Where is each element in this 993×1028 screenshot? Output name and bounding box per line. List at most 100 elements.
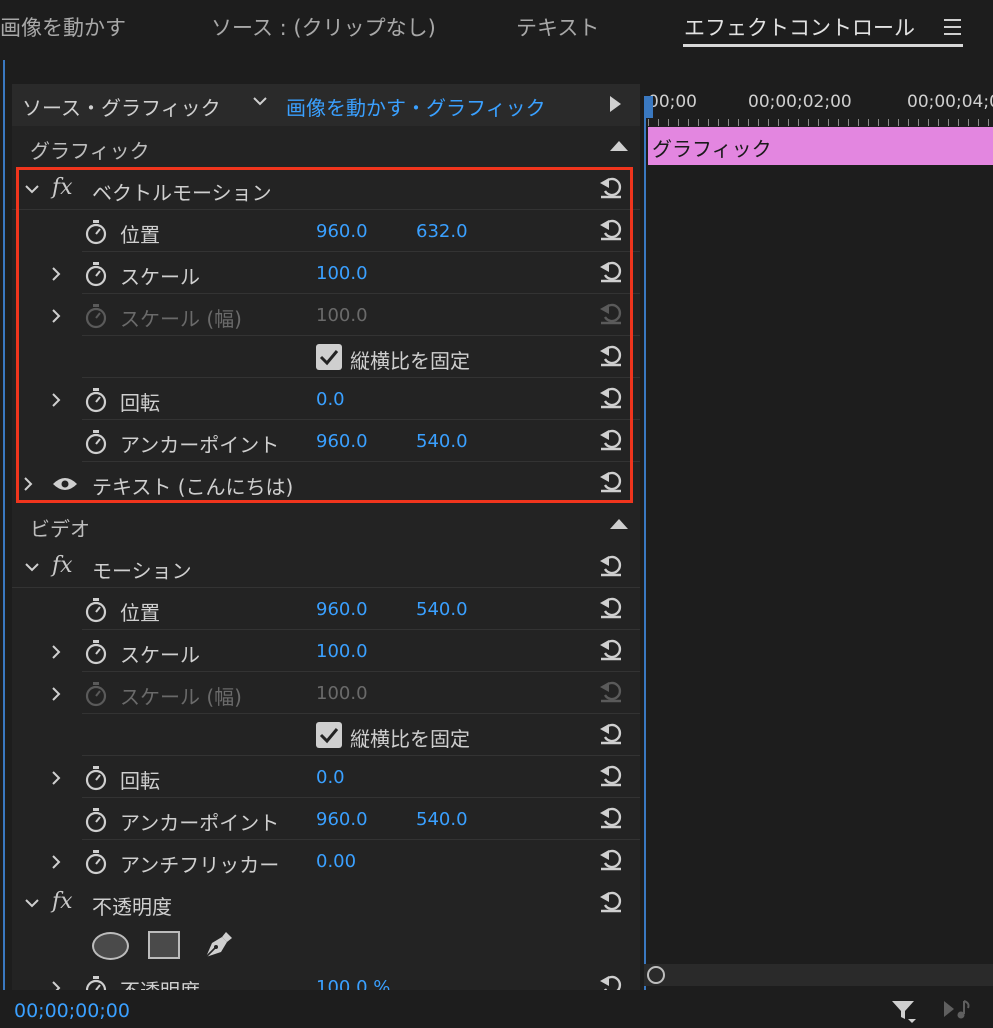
anti-flicker-value[interactable]: 0.00	[316, 851, 356, 872]
stopwatch-icon[interactable]	[84, 387, 108, 413]
section-graphics-label: グラフィック	[30, 139, 150, 163]
reset-icon[interactable]	[598, 174, 624, 200]
playhead[interactable]	[644, 96, 653, 118]
effect-motion[interactable]: fx モーション	[12, 546, 640, 588]
eye-icon[interactable]	[52, 476, 78, 492]
zoom-handle[interactable]	[647, 966, 665, 984]
effect-label: モーション	[92, 559, 192, 583]
footer-bar: 00;00;00;00	[0, 990, 993, 1028]
fx-icon[interactable]: fx	[52, 889, 73, 914]
reset-icon[interactable]	[598, 636, 624, 662]
stopwatch-icon[interactable]	[84, 975, 108, 990]
ruler-tick	[898, 119, 899, 126]
anchor-x-value[interactable]: 960.0	[316, 809, 368, 830]
section-graphics[interactable]: グラフィック	[12, 126, 640, 168]
clip-selector[interactable]: 画像を動かす・グラフィック	[286, 92, 546, 121]
graphic-clip[interactable]: グラフィック	[648, 127, 993, 165]
section-video[interactable]: ビデオ	[12, 504, 640, 546]
effect-opacity[interactable]: fx 不透明度	[12, 882, 640, 924]
property-anchor-point: アンカーポイント 960.0 540.0	[12, 420, 640, 462]
chevron-right-icon[interactable]	[22, 476, 34, 492]
stopwatch-icon[interactable]	[84, 849, 108, 875]
reset-icon[interactable]	[598, 552, 624, 578]
tab-source[interactable]: ソース : (クリップなし)	[211, 12, 436, 42]
reset-icon[interactable]	[598, 804, 624, 830]
chevron-down-icon[interactable]	[24, 182, 40, 196]
reset-icon[interactable]	[598, 888, 624, 914]
uniform-scale-checkbox[interactable]	[316, 344, 342, 370]
anchor-x-value[interactable]: 960.0	[316, 431, 368, 452]
timeline-scrollbar[interactable]	[644, 964, 993, 986]
chevron-right-icon[interactable]	[50, 644, 62, 660]
fx-icon[interactable]: fx	[52, 175, 73, 200]
position-y-value[interactable]: 540.0	[416, 599, 468, 620]
reset-icon[interactable]	[598, 762, 624, 788]
effect-text-layer[interactable]: テキスト (こんにちは)	[12, 462, 640, 504]
mini-timeline: 00;00 00;00;02;00 00;00;04;00 グラフィック	[644, 84, 993, 990]
reset-icon[interactable]	[598, 468, 624, 494]
uniform-scale-checkbox[interactable]	[316, 722, 342, 748]
position-x-value[interactable]: 960.0	[316, 599, 368, 620]
time-ruler[interactable]	[644, 116, 993, 126]
property-label: アンカーポイント	[120, 433, 280, 457]
stopwatch-icon[interactable]	[84, 261, 108, 287]
reset-icon[interactable]	[598, 594, 624, 620]
reset-icon[interactable]	[598, 846, 624, 872]
anchor-y-value[interactable]: 540.0	[416, 809, 468, 830]
opacity-value[interactable]: 100.0 %	[316, 977, 390, 990]
reset-icon[interactable]	[598, 216, 624, 242]
scale-width-value: 100.0	[316, 683, 368, 704]
panel-tab-bar: 画像を動かす ソース : (クリップなし) テキスト エフェクトコントロール	[0, 0, 993, 62]
chevron-right-icon[interactable]	[50, 392, 62, 408]
time-label: 00;00;02;00	[748, 92, 852, 112]
chevron-right-icon[interactable]	[50, 308, 62, 324]
fx-icon[interactable]: fx	[52, 553, 73, 578]
scale-value[interactable]: 100.0	[316, 641, 368, 662]
anchor-y-value[interactable]: 540.0	[416, 431, 468, 452]
reset-icon[interactable]	[598, 426, 624, 452]
rectangle-mask-icon[interactable]	[148, 931, 180, 959]
rotation-value[interactable]: 0.0	[316, 389, 345, 410]
reset-icon[interactable]	[598, 342, 624, 368]
reset-icon[interactable]	[598, 258, 624, 284]
collapse-triangle-icon[interactable]	[610, 141, 628, 151]
chevron-right-icon[interactable]	[50, 854, 62, 870]
play-icon[interactable]	[610, 96, 621, 112]
tab-text[interactable]: テキスト	[516, 12, 599, 42]
stopwatch-icon[interactable]	[84, 807, 108, 833]
ruler-tick	[938, 119, 939, 126]
filter-icon[interactable]	[890, 998, 918, 1024]
current-timecode[interactable]: 00;00;00;00	[14, 1000, 130, 1022]
effect-vector-motion[interactable]: fx ベクトルモーション	[12, 168, 640, 210]
stopwatch-icon[interactable]	[84, 219, 108, 245]
property-scale: スケール 100.0	[12, 252, 640, 294]
reset-icon[interactable]	[598, 972, 624, 990]
collapse-triangle-icon[interactable]	[610, 519, 628, 529]
chevron-down-icon[interactable]	[24, 560, 40, 574]
chevron-right-icon[interactable]	[50, 266, 62, 282]
stopwatch-icon[interactable]	[84, 639, 108, 665]
stopwatch-icon[interactable]	[84, 429, 108, 455]
tab-move-image[interactable]: 画像を動かす	[0, 12, 126, 42]
chevron-right-icon[interactable]	[50, 686, 62, 702]
reset-icon[interactable]	[598, 720, 624, 746]
audio-playback-icon[interactable]	[942, 998, 972, 1020]
ruler-tick	[978, 119, 979, 126]
position-x-value[interactable]: 960.0	[316, 221, 368, 242]
chevron-down-icon[interactable]	[24, 896, 40, 910]
hamburger-icon[interactable]	[944, 19, 961, 35]
position-y-value[interactable]: 632.0	[416, 221, 468, 242]
stopwatch-icon[interactable]	[84, 597, 108, 623]
chevron-down-icon[interactable]	[252, 94, 268, 108]
chevron-right-icon[interactable]	[50, 770, 62, 786]
scale-value[interactable]: 100.0	[316, 263, 368, 284]
ruler-tick	[818, 119, 819, 126]
pen-mask-icon[interactable]	[202, 928, 236, 960]
chevron-right-icon[interactable]	[50, 980, 62, 990]
stopwatch-icon[interactable]	[84, 765, 108, 791]
rotation-value[interactable]: 0.0	[316, 767, 345, 788]
tab-effect-controls[interactable]: エフェクトコントロール	[684, 12, 915, 42]
ellipse-mask-icon[interactable]	[92, 932, 129, 960]
reset-icon[interactable]	[598, 384, 624, 410]
property-scale-width: スケール (幅) 100.0	[12, 294, 640, 336]
